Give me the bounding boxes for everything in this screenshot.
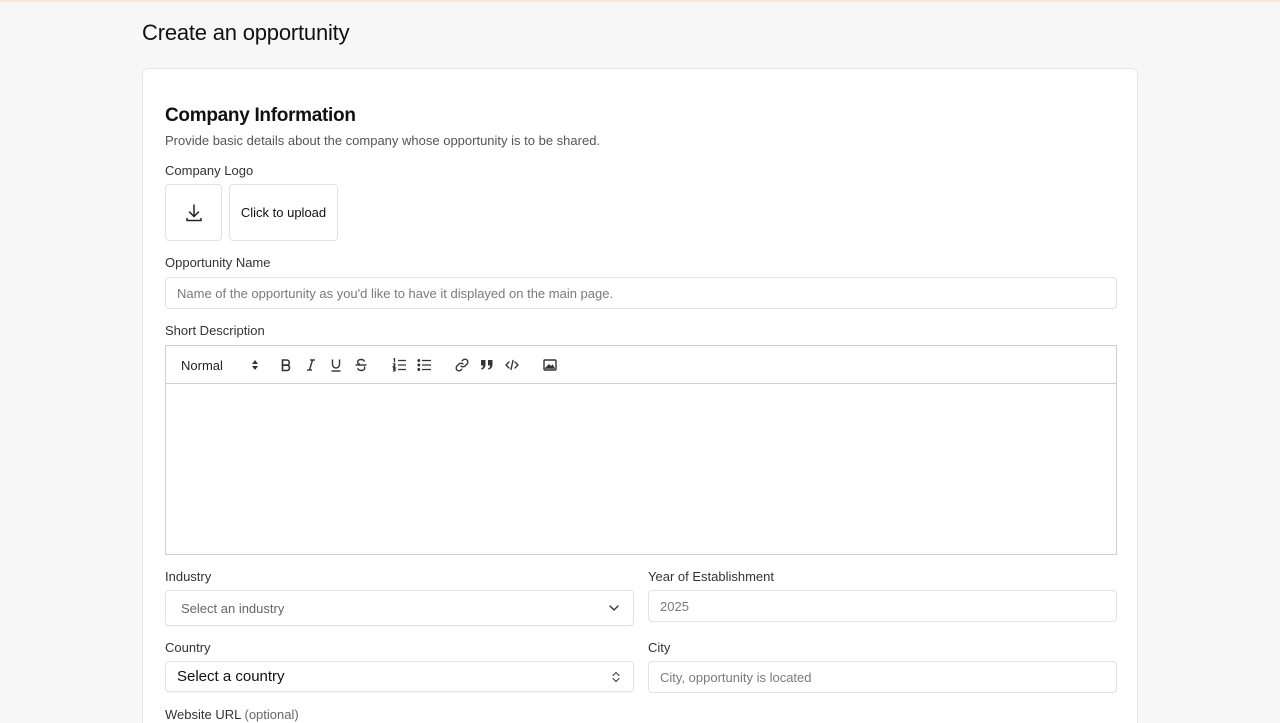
bold-button[interactable] [277,355,295,375]
opportunity-name-label: Opportunity Name [165,255,271,270]
click-to-upload-button[interactable]: Click to upload [229,184,338,241]
chevron-updown-icon [612,671,620,682]
company-logo-label: Company Logo [165,163,254,178]
blockquote-button[interactable] [478,355,496,375]
city-label: City [648,640,671,655]
image-button[interactable] [541,355,559,375]
website-url-optional: (optional) [244,707,299,722]
underline-icon [331,359,341,372]
link-button[interactable] [453,355,471,375]
industry-select-placeholder: Select an industry [181,600,285,616]
country-select-value: Select a country [177,668,285,685]
industry-label: Industry [165,569,212,584]
country-select[interactable]: Select a country [165,661,634,692]
image-icon [543,359,557,371]
italic-button[interactable] [302,355,320,375]
country-label: Country [165,640,211,655]
chevron-down-icon [609,605,619,611]
ordered-list-icon [392,358,406,372]
year-of-establishment-input[interactable] [648,590,1117,622]
section-title: Company Information [165,105,356,126]
website-url-label-text: Website URL [165,707,241,722]
short-description-label: Short Description [165,323,265,338]
year-of-establishment-label: Year of Establishment [648,569,774,584]
code-icon [505,359,519,371]
website-url-label: Website URL (optional) [165,707,299,722]
chevron-updown-icon [252,360,258,370]
link-icon [455,358,469,372]
code-button[interactable] [503,355,521,375]
strikethrough-button[interactable] [352,355,370,375]
format-select-value: Normal [181,357,223,373]
underline-button[interactable] [327,355,345,375]
format-select[interactable]: Normal [181,355,259,375]
bullet-list-icon [416,359,431,371]
short-description-editor: Normal [165,345,1117,555]
industry-select[interactable]: Select an industry [165,590,634,626]
bullet-list-button[interactable] [415,355,433,375]
company-form-card: Company Information Provide basic detail… [142,68,1138,723]
top-accent-bar [0,0,1280,2]
italic-icon [307,359,315,371]
editor-toolbar: Normal [166,346,1116,384]
page-title: Create an opportunity [142,20,350,45]
bold-icon [281,359,291,372]
blockquote-icon [481,360,493,370]
section-subtitle: Provide basic details about the company … [165,133,601,148]
ordered-list-button[interactable] [390,355,408,375]
strikethrough-icon [355,358,367,372]
short-description-textarea[interactable] [166,384,1116,554]
opportunity-name-input[interactable] [165,277,1117,309]
city-input[interactable] [648,661,1117,693]
download-icon [185,203,202,221]
logo-upload-icon-box[interactable] [165,184,222,241]
